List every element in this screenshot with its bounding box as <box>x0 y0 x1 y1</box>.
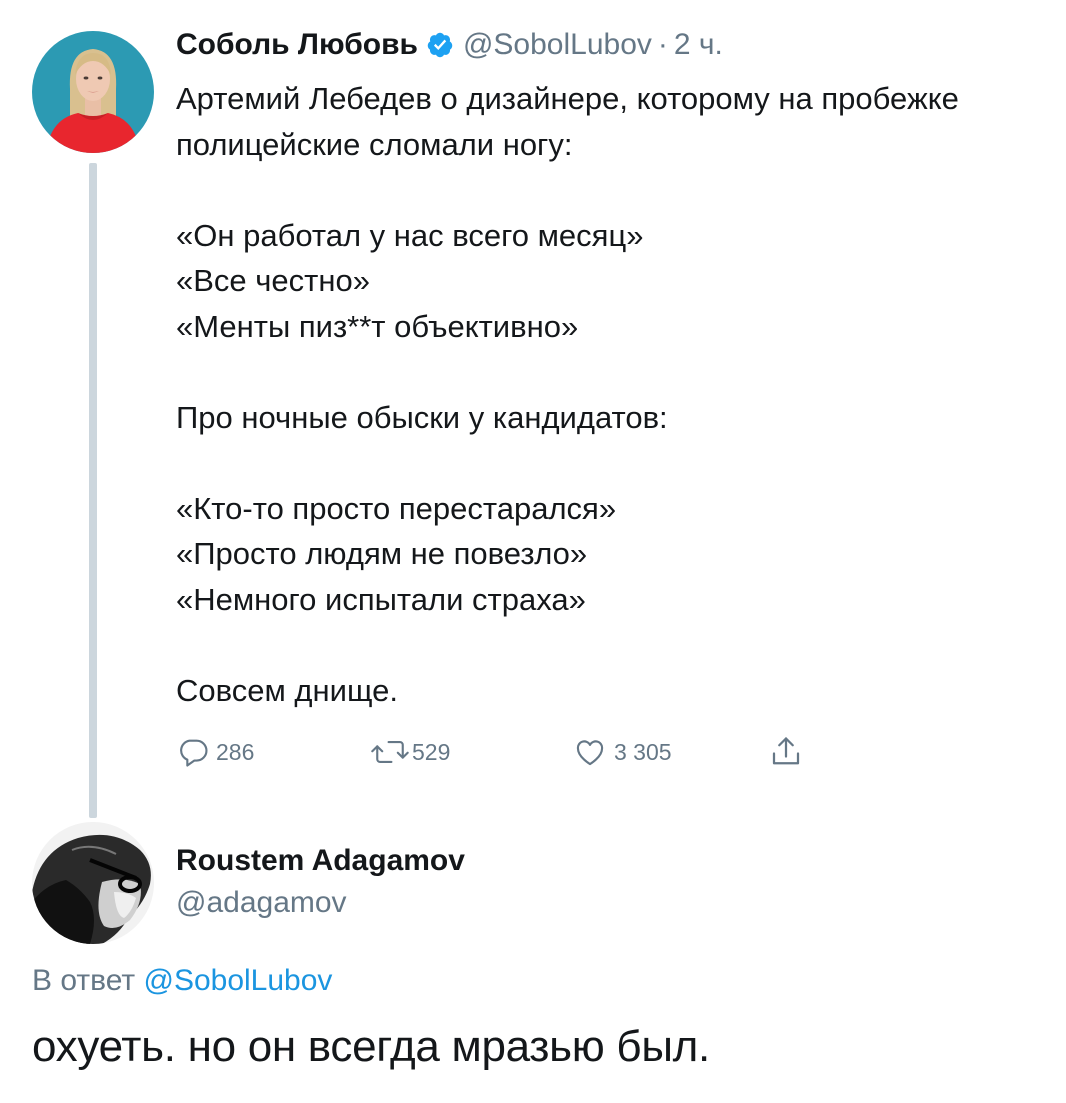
tweet[interactable]: Соболь Любовь @SobolLubov · 2 ч. Артемий… <box>0 0 1066 820</box>
reply-button[interactable]: 286 <box>176 730 254 774</box>
reply-count: 286 <box>216 738 255 765</box>
tweet-text-line: «Все честно» <box>176 263 370 298</box>
tweet-text-blank-line <box>176 167 1056 213</box>
tweet-header: Соболь Любовь @SobolLubov · 2 ч. <box>176 24 1056 66</box>
verified-badge-icon <box>427 32 453 58</box>
tweet-text-line: Про ночные обыски у кандидатов: <box>176 399 668 435</box>
tweet-text-line: «Немного испытали страха» <box>176 581 586 617</box>
tweet-text-line: «Кто-то просто перестарался» <box>176 490 617 526</box>
tweet-actions: 286 529 3 305 <box>176 730 816 774</box>
reply-tweet[interactable]: Roustem Adagamov @adagamov В ответ @Sobo… <box>0 822 1066 1103</box>
author-name[interactable]: Соболь Любовь <box>176 28 418 62</box>
tweet-timestamp[interactable]: 2 ч. <box>674 28 723 62</box>
reply-author-name[interactable]: Roustem Adagamov <box>176 844 465 878</box>
retweet-count: 529 <box>412 738 451 765</box>
reply-author-handle[interactable]: @adagamov <box>176 886 347 920</box>
reply-author-avatar[interactable] <box>32 822 154 944</box>
tweet-body: Соболь Любовь @SobolLubov · 2 ч. Артемий… <box>176 24 1056 713</box>
in-reply-to: В ответ @SobolLubov <box>32 964 332 998</box>
heart-icon <box>576 740 604 766</box>
tweet-text-line: «Он работал у нас всего месяц» <box>176 217 644 253</box>
reply-text: охуеть. но он всегда мразью был. <box>32 1022 710 1071</box>
tweet-text-blank-line <box>176 440 1056 486</box>
tweet-text-line: Совсем днище. <box>176 672 398 708</box>
tweet-text-line: Артемий Лебедев о дизайнере, которому на… <box>176 81 959 116</box>
author-avatar[interactable] <box>32 31 154 153</box>
share-button[interactable] <box>768 730 804 774</box>
tweet-text-line: «Просто людям не повезло» <box>176 536 588 571</box>
tweet-text-line: полицейские сломали ногу: <box>176 126 573 162</box>
retweet-icon <box>371 741 409 763</box>
in-reply-to-label: В ответ <box>32 964 136 997</box>
reply-icon <box>180 739 208 767</box>
like-button[interactable]: 3 305 <box>572 730 672 774</box>
like-count: 3 305 <box>614 738 672 765</box>
tweet-text-line: «Менты пиз**т объективно» <box>176 308 579 344</box>
share-icon <box>772 737 800 765</box>
in-reply-to-handle-link[interactable]: @SobolLubov <box>143 964 332 997</box>
tweet-text: Артемий Лебедев о дизайнере, которому на… <box>176 76 1056 713</box>
header-separator: · <box>657 28 668 61</box>
tweet-text-blank-line <box>176 622 1056 668</box>
author-handle[interactable]: @SobolLubov <box>463 28 652 62</box>
thread-line <box>89 163 97 818</box>
retweet-button[interactable]: 529 <box>370 730 450 774</box>
tweet-text-blank-line <box>176 349 1056 395</box>
